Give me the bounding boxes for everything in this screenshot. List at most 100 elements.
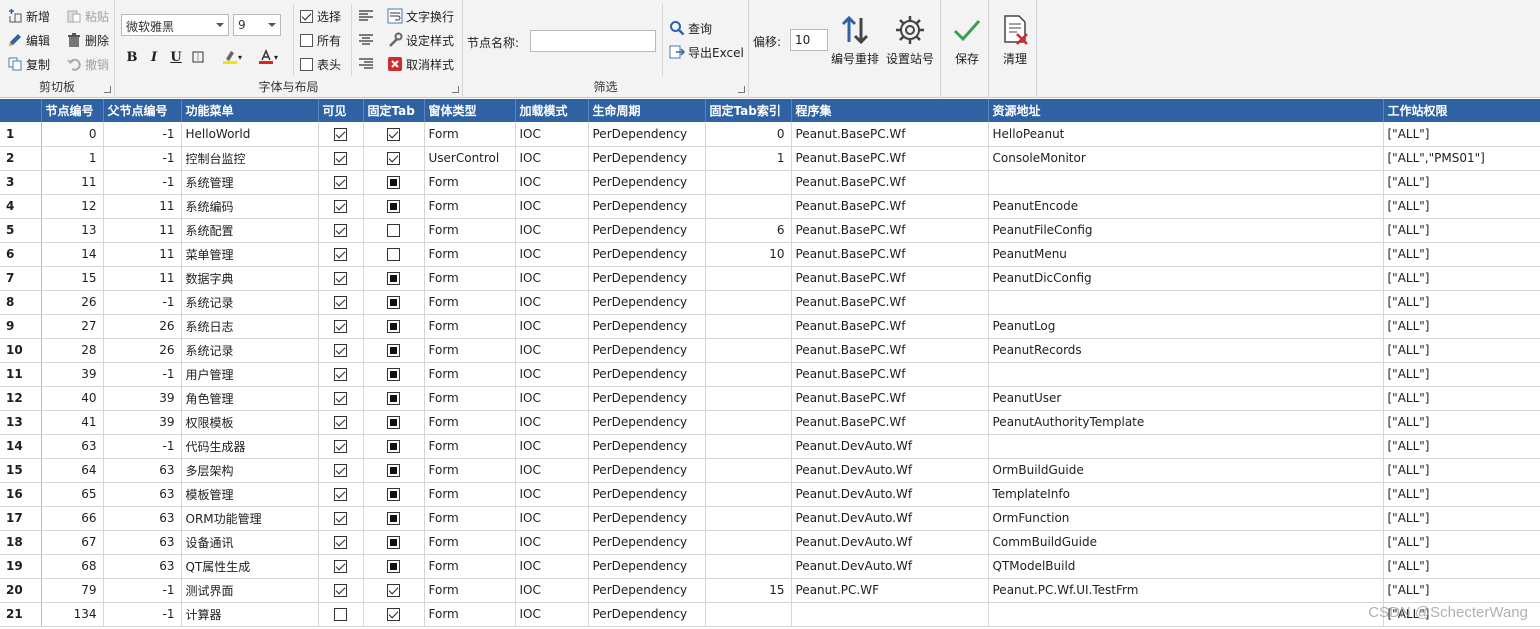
load-mode-cell[interactable]: IOC	[515, 458, 589, 483]
node-id-cell[interactable]: 68	[41, 554, 104, 579]
tab-index-cell[interactable]	[705, 506, 792, 531]
fixed-tab-checkbox[interactable]	[363, 506, 425, 531]
export-excel-button[interactable]: 导出Excel	[669, 42, 744, 62]
form-type-cell[interactable]: Form	[424, 314, 516, 339]
checkbox-icon[interactable]	[334, 536, 347, 549]
parent-id-cell[interactable]: 11	[103, 218, 182, 243]
table-row[interactable]: 4 12 11 系统编码 Form IOC PerDependency Peanut.Base…	[0, 194, 1540, 219]
column-header-tab-index[interactable]: 固定Tab索引	[705, 99, 792, 122]
checkbox-icon[interactable]	[334, 200, 347, 213]
checkbox-icon[interactable]	[334, 320, 347, 333]
column-header-resource[interactable]: 资源地址	[988, 99, 1384, 122]
lifecycle-cell[interactable]: PerDependency	[588, 218, 706, 243]
menu-cell[interactable]: 系统配置	[181, 218, 319, 243]
node-id-cell[interactable]: 12	[41, 194, 104, 219]
checkbox-icon[interactable]	[387, 127, 400, 141]
permission-cell[interactable]: ["ALL"]	[1383, 458, 1540, 483]
form-type-cell[interactable]: Form	[424, 458, 516, 483]
lifecycle-cell[interactable]: PerDependency	[588, 554, 706, 579]
resource-cell[interactable]: OrmFunction	[988, 506, 1384, 531]
assembly-cell[interactable]: Peanut.DevAuto.Wf	[791, 506, 989, 531]
checkbox-icon[interactable]	[334, 608, 347, 621]
font-size-select[interactable]: 9	[233, 14, 281, 36]
resource-cell[interactable]: PeanutLog	[988, 314, 1384, 339]
menu-cell[interactable]: HelloWorld	[181, 122, 319, 147]
checkbox-icon[interactable]	[387, 560, 400, 573]
align-right-button[interactable]	[358, 54, 374, 74]
visible-checkbox[interactable]	[318, 434, 364, 459]
visible-checkbox[interactable]	[318, 122, 364, 147]
menu-cell[interactable]: QT属性生成	[181, 554, 319, 579]
table-row[interactable]: 8 26 -1 系统记录 Form IOC PerDependency Peanut.Base…	[0, 290, 1540, 315]
parent-id-cell[interactable]: 63	[103, 458, 182, 483]
table-row[interactable]: 17 66 63 ORM功能管理 Form IOC PerDependency Peanut.…	[0, 506, 1540, 531]
fixed-tab-checkbox[interactable]	[363, 386, 425, 411]
load-mode-cell[interactable]: IOC	[515, 170, 589, 195]
row-number[interactable]: 9	[0, 314, 42, 339]
checkbox-icon[interactable]	[387, 440, 400, 453]
checkbox-icon[interactable]	[387, 176, 400, 189]
align-left-button[interactable]	[358, 6, 374, 26]
tab-index-cell[interactable]	[705, 290, 792, 315]
node-id-cell[interactable]: 39	[41, 362, 104, 387]
column-header-assembly[interactable]: 程序集	[791, 99, 989, 122]
query-button[interactable]: 查询	[669, 18, 712, 38]
node-id-cell[interactable]: 40	[41, 386, 104, 411]
load-mode-cell[interactable]: IOC	[515, 506, 589, 531]
row-number[interactable]: 21	[0, 602, 42, 627]
load-mode-cell[interactable]: IOC	[515, 386, 589, 411]
checkbox-icon[interactable]	[387, 272, 400, 285]
tab-index-cell[interactable]	[705, 386, 792, 411]
tab-index-cell[interactable]	[705, 458, 792, 483]
fixed-tab-checkbox[interactable]	[363, 602, 425, 627]
node-id-cell[interactable]: 26	[41, 290, 104, 315]
visible-checkbox[interactable]	[318, 146, 364, 171]
load-mode-cell[interactable]: IOC	[515, 530, 589, 555]
menu-cell[interactable]: 数据字典	[181, 266, 319, 291]
add-button[interactable]: 新增	[7, 6, 50, 26]
row-number[interactable]: 2	[0, 146, 42, 171]
node-id-cell[interactable]: 64	[41, 458, 104, 483]
visible-checkbox[interactable]	[318, 266, 364, 291]
form-type-cell[interactable]: Form	[424, 362, 516, 387]
permission-cell[interactable]: ["ALL"]	[1383, 338, 1540, 363]
row-number[interactable]: 11	[0, 362, 42, 387]
checkbox-icon[interactable]	[334, 488, 347, 501]
permission-cell[interactable]: ["ALL"]	[1383, 482, 1540, 507]
node-id-cell[interactable]: 0	[41, 122, 104, 147]
font-name-select[interactable]: 微软雅黑	[121, 14, 229, 36]
parent-id-cell[interactable]: 11	[103, 242, 182, 267]
tab-index-cell[interactable]	[705, 266, 792, 291]
assembly-cell[interactable]: Peanut.DevAuto.Wf	[791, 482, 989, 507]
column-header-fixed-tab[interactable]: 固定Tab	[363, 99, 425, 122]
load-mode-cell[interactable]: IOC	[515, 242, 589, 267]
column-header-node-id[interactable]: 节点编号	[41, 99, 104, 122]
checkbox-icon[interactable]	[334, 416, 347, 429]
checkbox-icon[interactable]	[334, 224, 347, 237]
visible-checkbox[interactable]	[318, 362, 364, 387]
menu-cell[interactable]: 计算器	[181, 602, 319, 627]
row-number[interactable]: 1	[0, 122, 42, 147]
filter-launcher-icon[interactable]	[738, 86, 745, 93]
menu-cell[interactable]: 系统记录	[181, 290, 319, 315]
checkbox-icon[interactable]	[387, 296, 400, 309]
load-mode-cell[interactable]: IOC	[515, 482, 589, 507]
row-number[interactable]: 3	[0, 170, 42, 195]
menu-cell[interactable]: ORM功能管理	[181, 506, 319, 531]
resource-cell[interactable]: PeanutAuthorityTemplate	[988, 410, 1384, 435]
resource-cell[interactable]: HelloPeanut	[988, 122, 1384, 147]
checkbox-icon[interactable]	[334, 127, 347, 141]
load-mode-cell[interactable]: IOC	[515, 434, 589, 459]
visible-checkbox[interactable]	[318, 554, 364, 579]
underline-button[interactable]: U	[166, 47, 186, 67]
load-mode-cell[interactable]: IOC	[515, 578, 589, 603]
form-type-cell[interactable]: Form	[424, 122, 516, 147]
load-mode-cell[interactable]: IOC	[515, 146, 589, 171]
table-row[interactable]: 15 64 63 多层架构 Form IOC PerDependency Peanut.Dev…	[0, 458, 1540, 483]
highlight-color-button[interactable]: ▾	[218, 47, 246, 67]
permission-cell[interactable]: ["ALL"]	[1383, 530, 1540, 555]
permission-cell[interactable]: ["ALL","PMS01"]	[1383, 146, 1540, 171]
checkbox-icon[interactable]	[334, 560, 347, 573]
lifecycle-cell[interactable]: PerDependency	[588, 434, 706, 459]
menu-cell[interactable]: 多层架构	[181, 458, 319, 483]
